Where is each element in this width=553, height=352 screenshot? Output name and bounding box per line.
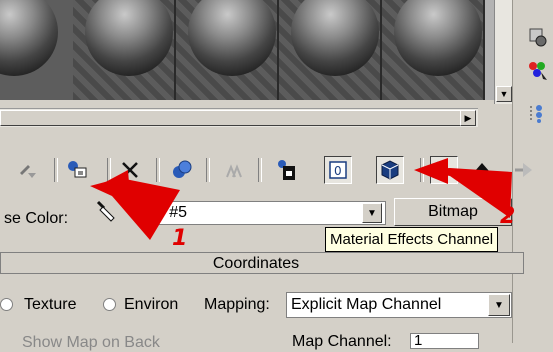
annotation-overlay (90, 158, 512, 240)
annotation-number-1: 1 (172, 226, 188, 251)
annotation-number-2: 2 (500, 204, 516, 229)
red-arrow-2-head (414, 158, 448, 184)
